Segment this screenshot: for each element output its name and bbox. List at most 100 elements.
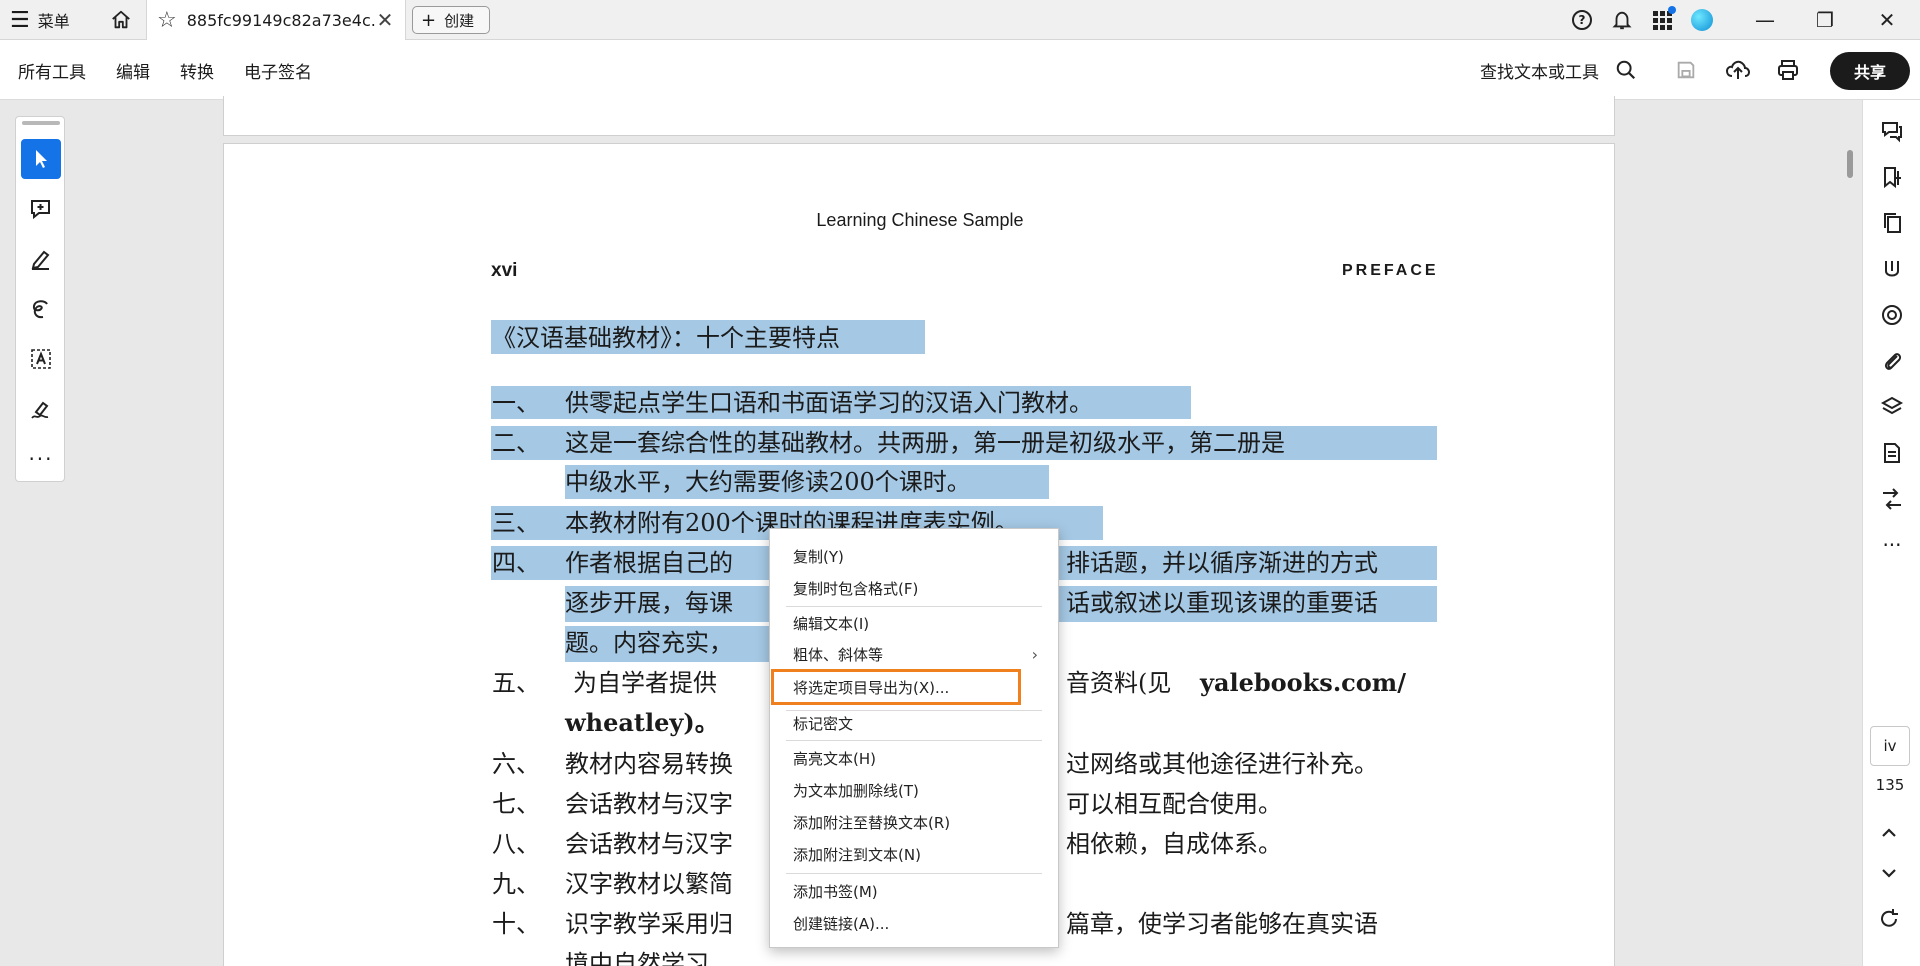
menu-item-create-link[interactable]: 创建链接(A)... <box>793 910 889 936</box>
freehand-icon <box>32 300 48 319</box>
highlight-tool-button[interactable] <box>21 239 61 279</box>
layers-icon[interactable] <box>1879 394 1905 420</box>
tab-document[interactable]: ☆ 885fc99149c82a73e4c... ✕ <box>146 0 406 40</box>
refresh-icon[interactable] <box>1876 906 1902 932</box>
item-link-text: yalebooks.com/ <box>1200 668 1406 697</box>
section-label: PREFACE <box>1342 262 1439 279</box>
menu-edit[interactable]: 编辑 <box>116 40 150 100</box>
item-number: 十、 <box>492 910 540 938</box>
more-options-icon[interactable]: ··· <box>1879 532 1905 558</box>
find-text-or-tools[interactable]: 查找文本或工具 <box>1480 40 1599 100</box>
chevron-right-icon: › <box>1031 645 1038 664</box>
target-icon[interactable] <box>1879 302 1905 328</box>
text-box-tool-button[interactable] <box>21 339 61 379</box>
item-text: 话或叙述以重现该课的重要话 <box>1066 589 1378 617</box>
item-number: 二、 <box>492 429 540 457</box>
item-text: 题。内容充实， <box>565 629 733 657</box>
star-icon[interactable]: ☆ <box>157 8 177 33</box>
home-button[interactable] <box>104 0 138 40</box>
item-text: 会话教材与汉字 <box>565 790 733 818</box>
signature-pen-icon <box>31 401 49 419</box>
compare-icon[interactable] <box>1879 486 1905 512</box>
section-heading: 《汉语基础教材》：十个主要特点 <box>492 324 840 352</box>
item-text: 为自学者提供 <box>573 669 717 697</box>
menu-item-strikethrough[interactable]: 为文本加删除线(T) <box>793 777 919 803</box>
menu-item-copy-with-format[interactable]: 复制时包含格式(F) <box>793 575 918 601</box>
print-icon[interactable] <box>1774 56 1802 84</box>
add-comment-button[interactable] <box>21 189 61 229</box>
bookmark-icon[interactable] <box>1879 164 1905 190</box>
restore-button[interactable]: ❐ <box>1800 0 1850 40</box>
item-text: 供零起点学生口语和书面语学习的汉语入门教材。 <box>565 389 1093 417</box>
hamburger-icon: ☰ <box>10 7 30 33</box>
close-icon[interactable]: ✕ <box>375 8 395 32</box>
item-text: 会话教材与汉字 <box>565 830 733 858</box>
item-text: 篇章，使学习者能够在真实语 <box>1066 910 1378 938</box>
pages-icon[interactable] <box>1879 210 1905 236</box>
share-button[interactable]: 共享 <box>1830 52 1910 90</box>
cloud-upload-icon[interactable] <box>1724 56 1752 84</box>
menu-item-add-note-to-text[interactable]: 添加附注到文本(N) <box>793 841 921 867</box>
create-button[interactable]: + 创建 <box>412 6 490 34</box>
menu-item-redact[interactable]: 标记密文 <box>793 710 853 736</box>
menu-convert[interactable]: 转换 <box>180 40 214 100</box>
document-icon[interactable] <box>1879 440 1905 466</box>
apps-grid-icon[interactable] <box>1650 6 1676 32</box>
menu-item-add-bookmark[interactable]: 添加书签(M) <box>793 878 878 904</box>
help-icon[interactable]: ? <box>1570 8 1594 32</box>
item-number: 八、 <box>492 830 540 858</box>
tab-bar: ☰ 菜单 ☆ 885fc99149c82a73e4c... ✕ + 创建 ? —… <box>0 0 1920 40</box>
window-close-button[interactable]: ✕ <box>1862 0 1912 40</box>
item-number: 七、 <box>492 790 540 818</box>
item-text: 这是一套综合性的基础教材。共两册，第一册是初级水平，第二册是 <box>565 429 1285 457</box>
attachment-icon[interactable] <box>1879 348 1905 374</box>
menu-item-replace-text-note[interactable]: 添加附注至替换文本(R) <box>793 809 950 835</box>
menu-item-bold-italic[interactable]: 粗体、斜体等 <box>793 641 883 667</box>
item-text: 排话题，并以循序渐进的方式 <box>1066 549 1378 577</box>
item-text: wheatley)。 <box>565 708 719 737</box>
comments-icon[interactable] <box>1879 118 1905 144</box>
scrollbar-thumb[interactable] <box>1847 150 1853 178</box>
rail-drag-handle[interactable] <box>22 121 60 125</box>
vertical-scrollbar[interactable] <box>1840 100 1862 966</box>
previous-page <box>223 96 1615 136</box>
top-toolbar: 所有工具 编辑 转换 电子签名 查找文本或工具 共享 <box>0 40 1920 100</box>
item-text: 作者根据自己的 <box>565 549 733 577</box>
item-number: 五、 <box>492 669 540 697</box>
item-text: 逐步开展，每课 <box>565 589 733 617</box>
menu-item-highlight-text[interactable]: 高亮文本(H) <box>793 745 876 771</box>
menu-separator <box>786 606 1042 607</box>
bell-icon[interactable] <box>1610 8 1634 32</box>
menu-all-tools[interactable]: 所有工具 <box>18 40 86 100</box>
search-icon[interactable] <box>1612 56 1640 84</box>
save-icon[interactable] <box>1672 56 1700 84</box>
item-text: 音资料(见 <box>1066 669 1172 697</box>
chevron-down-icon[interactable] <box>1876 860 1902 886</box>
create-label: 创建 <box>444 11 475 30</box>
acrobat-window: ☰ 菜单 ☆ 885fc99149c82a73e4c... ✕ + 创建 ? —… <box>0 0 1920 966</box>
item-number: 六、 <box>492 750 540 778</box>
running-header: Learning Chinese Sample <box>816 210 1024 230</box>
sign-tool-button[interactable] <box>21 389 61 429</box>
current-page-indicator[interactable]: iv <box>1870 726 1910 766</box>
avatar[interactable] <box>1690 8 1714 32</box>
item-text: 境中自然学习 <box>565 950 709 966</box>
page-total-label: 135 <box>1875 776 1905 794</box>
more-tools-icon[interactable]: ··· <box>21 439 61 479</box>
menu-separator <box>786 740 1042 741</box>
minimize-button[interactable]: — <box>1740 0 1790 40</box>
organize-pages-icon[interactable] <box>1879 256 1905 282</box>
chevron-up-icon[interactable] <box>1876 820 1902 846</box>
select-tool-button[interactable] <box>21 139 61 179</box>
menu-item-edit-text[interactable]: 编辑文本(I) <box>793 610 869 636</box>
item-text: 中级水平，大约需要修读200个课时。 <box>565 468 971 496</box>
menu-esign[interactable]: 电子签名 <box>244 40 312 100</box>
menu-item-copy[interactable]: 复制(Y) <box>793 543 844 569</box>
draw-tool-button[interactable] <box>21 289 61 329</box>
item-text: 相依赖，自成体系。 <box>1066 830 1282 858</box>
item-text: 汉字教材以繁简 <box>565 870 733 898</box>
main-menu-button[interactable]: ☰ 菜单 <box>10 0 98 40</box>
pen-icon <box>31 250 50 270</box>
menu-item-export-selection[interactable]: 将选定项目导出为(X)... <box>793 674 949 700</box>
item-text: 识字教学采用归 <box>565 910 733 938</box>
